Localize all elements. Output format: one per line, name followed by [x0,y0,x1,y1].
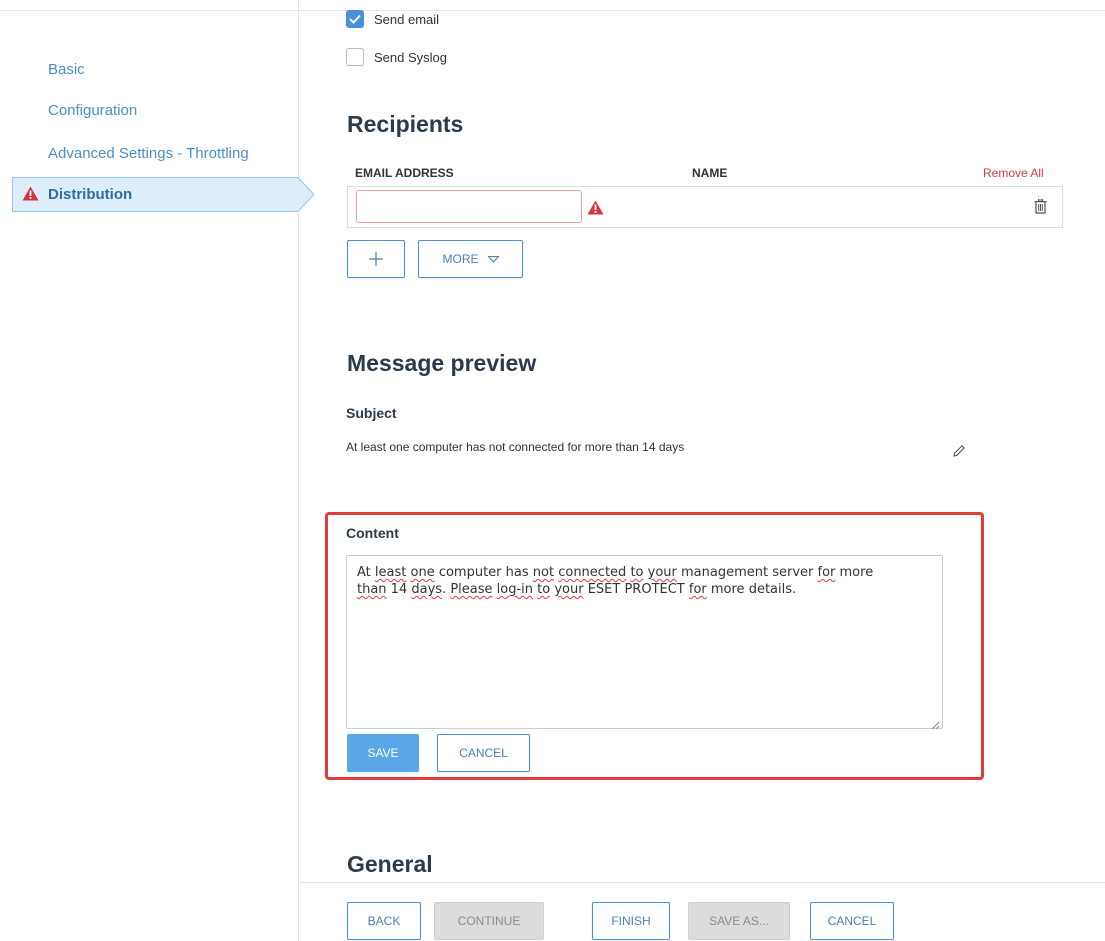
spellcheck-word: not [532,565,555,580]
send-syslog-checkbox[interactable] [346,48,364,66]
content-text: computer has [434,565,533,580]
spellcheck-word: least [374,565,407,580]
spellcheck-word: to [630,565,644,580]
spellcheck-word: connected [558,565,627,580]
content-cancel-button[interactable]: CANCEL [437,734,530,772]
content-text: At [357,565,375,580]
subject-text: At least one computer has not connected … [346,440,685,454]
send-email-option[interactable]: Send email [346,10,439,28]
spellcheck-word: than [357,582,387,597]
spellcheck-word: for [688,582,707,597]
spellcheck-word: one [410,565,435,580]
sidebar-divider [298,0,299,941]
content-line-1: At least one computer has not connected … [357,564,932,581]
more-button-label: MORE [442,252,479,266]
send-syslog-label: Send Syslog [374,49,447,65]
wizard-sidebar: Basic Configuration Advanced Settings - … [0,0,315,941]
content-textarea[interactable]: At least one computer has not connected … [346,555,943,729]
more-button[interactable]: MORE [418,240,523,278]
sidebar-item-advanced-settings-throttling[interactable]: Advanced Settings - Throttling [48,145,249,162]
resize-handle-icon[interactable] [930,717,940,735]
spellcheck-word: for [817,565,836,580]
send-email-checkbox[interactable] [346,10,364,28]
sidebar-item-basic[interactable]: Basic [48,61,85,78]
sidebar-item-distribution[interactable]: Distribution [12,177,315,212]
content-text: management server [676,565,818,580]
recipients-heading: Recipients [347,111,464,137]
save-as-button[interactable]: SAVE AS... [688,902,790,940]
remove-all-link[interactable]: Remove All [983,166,1044,180]
content-text: more [835,565,874,580]
send-syslog-option[interactable]: Send Syslog [346,48,447,66]
message-preview-heading: Message preview [347,350,537,376]
spellcheck-word: your [554,582,584,597]
send-email-label: Send email [374,11,440,27]
finish-button[interactable]: FINISH [592,902,670,940]
footer-cancel-button[interactable]: CANCEL [810,902,894,940]
spellcheck-word: log-in [496,582,533,597]
chevron-down-icon [487,255,499,263]
plus-icon [369,252,383,266]
edit-pencil-icon[interactable] [952,444,966,463]
spellcheck-word: days [411,582,443,597]
sidebar-item-configuration[interactable]: Configuration [48,102,137,119]
content-text: more details. [706,582,797,597]
spellcheck-word: your [647,565,677,580]
continue-button[interactable]: CONTINUE [434,902,544,940]
email-address-column-header: EMAIL ADDRESS [355,166,454,180]
content-save-button[interactable]: SAVE [347,734,419,772]
name-column-header: NAME [692,166,728,180]
back-button[interactable]: BACK [347,902,421,940]
content-text: 14 [386,582,412,597]
email-address-input[interactable] [356,190,582,223]
checkmark-icon [349,14,361,24]
content-text: ESET PROTECT [583,582,689,597]
add-recipient-button[interactable] [347,240,405,278]
subject-label: Subject [346,405,397,421]
content-line-2: than 14 days. Please log-in to your ESET… [357,581,932,598]
trash-icon[interactable] [1034,198,1047,219]
warning-icon [587,200,604,220]
content-label: Content [346,525,399,541]
spellcheck-word: to [537,582,551,597]
recipient-row [347,186,1063,228]
spellcheck-word: Please [450,582,493,597]
sidebar-item-label: Distribution [48,186,133,203]
general-heading: General [347,851,433,877]
